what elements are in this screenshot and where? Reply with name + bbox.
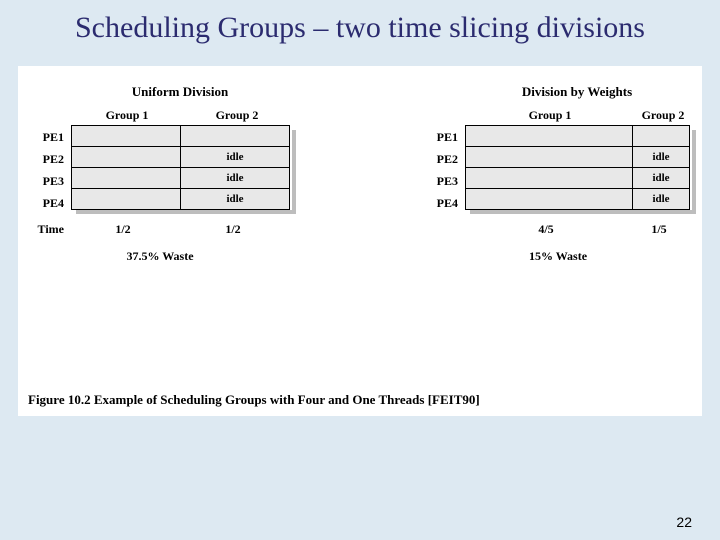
cell	[71, 167, 181, 189]
time-value: 1/2	[178, 222, 288, 237]
page-number: 22	[676, 514, 692, 530]
cell	[71, 146, 181, 168]
cell: idle	[180, 167, 290, 189]
weighted-division-diagram: Division by Weights PE1 PE2 PE3 PE4 Grou…	[424, 84, 692, 264]
uniform-waste: 37.5% Waste	[28, 249, 292, 264]
time-label-spacer	[424, 222, 462, 237]
pe-label: PE2	[28, 148, 68, 170]
cell: idle	[180, 146, 290, 168]
cell	[632, 125, 690, 147]
cell	[71, 188, 181, 210]
weighted-title: Division by Weights	[424, 84, 692, 100]
cell	[180, 125, 290, 147]
cell: idle	[180, 188, 290, 210]
cell	[71, 125, 181, 147]
pe-label: PE3	[28, 170, 68, 192]
uniform-time-row: Time 1/2 1/2	[28, 222, 292, 237]
uniform-grid: idle idle idle	[72, 126, 292, 210]
weighted-time-row: 4/5 1/5	[424, 222, 692, 237]
weighted-row-labels: PE1 PE2 PE3 PE4	[424, 108, 462, 214]
figure-caption: Figure 10.2 Example of Scheduling Groups…	[28, 392, 480, 408]
slide-title: Scheduling Groups – two time slicing div…	[0, 0, 720, 54]
cell: idle	[632, 146, 690, 168]
group-header: Group 1	[466, 108, 634, 126]
uniform-title: Uniform Division	[28, 84, 292, 100]
pe-label: PE1	[28, 126, 68, 148]
weighted-col-headers: Group 1 Group 2	[466, 108, 692, 126]
group-header: Group 2	[634, 108, 692, 126]
cell	[465, 188, 633, 210]
pe-label: PE4	[28, 192, 68, 214]
pe-label: PE3	[424, 170, 462, 192]
cell: idle	[632, 167, 690, 189]
figure-area: Uniform Division PE1 PE2 PE3 PE4 Group 1…	[18, 66, 702, 416]
cell: idle	[632, 188, 690, 210]
uniform-row-labels: PE1 PE2 PE3 PE4	[28, 108, 68, 214]
group-header: Group 2	[182, 108, 292, 126]
time-value: 1/2	[68, 222, 178, 237]
cell	[465, 125, 633, 147]
uniform-col-headers: Group 1 Group 2	[72, 108, 292, 126]
pe-label: PE1	[424, 126, 462, 148]
uniform-division-diagram: Uniform Division PE1 PE2 PE3 PE4 Group 1…	[28, 84, 292, 264]
pe-label: PE4	[424, 192, 462, 214]
time-label: Time	[28, 222, 68, 237]
time-value: 4/5	[462, 222, 630, 237]
group-header: Group 1	[72, 108, 182, 126]
time-value: 1/5	[630, 222, 688, 237]
pe-label: PE2	[424, 148, 462, 170]
weighted-waste: 15% Waste	[424, 249, 692, 264]
cell	[465, 146, 633, 168]
weighted-grid: idle idle idle	[466, 126, 692, 210]
cell	[465, 167, 633, 189]
